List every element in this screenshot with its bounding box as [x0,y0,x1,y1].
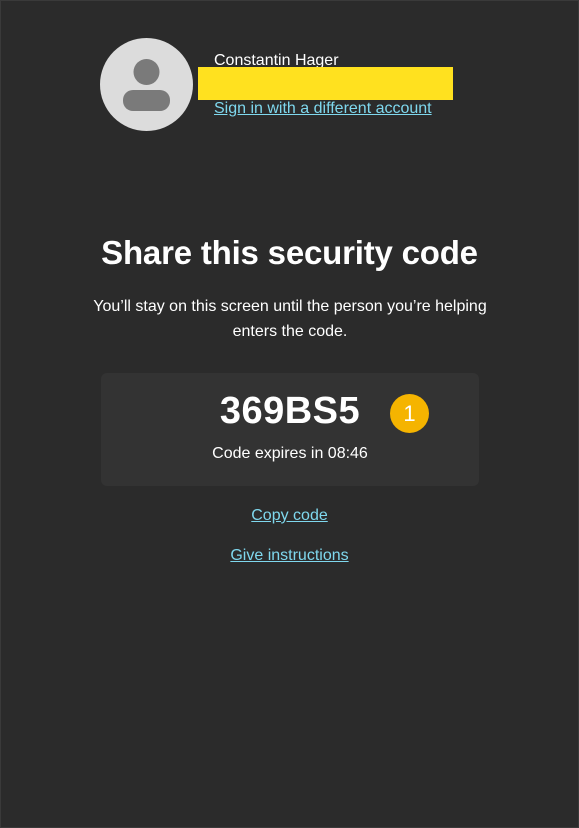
sign-in-different-account-link[interactable]: Sign in with a different account [214,100,432,118]
copy-code-link-row: Copy code [0,507,579,525]
redaction-block [198,67,453,100]
give-instructions-link[interactable]: Give instructions [230,547,348,564]
avatar [100,38,193,131]
give-instructions-link-row: Give instructions [0,547,579,565]
page-description: You’ll stay on this screen until the per… [93,298,487,340]
step-number-badge: 1 [390,394,429,433]
security-code-card: 369BS5 1 Code expires in 08:46 [101,373,479,486]
code-expiry-text: Code expires in 08:46 [212,445,368,462]
page-title: Share this security code [101,234,478,271]
person-silhouette-icon [123,59,170,111]
copy-code-link[interactable]: Copy code [251,507,328,524]
